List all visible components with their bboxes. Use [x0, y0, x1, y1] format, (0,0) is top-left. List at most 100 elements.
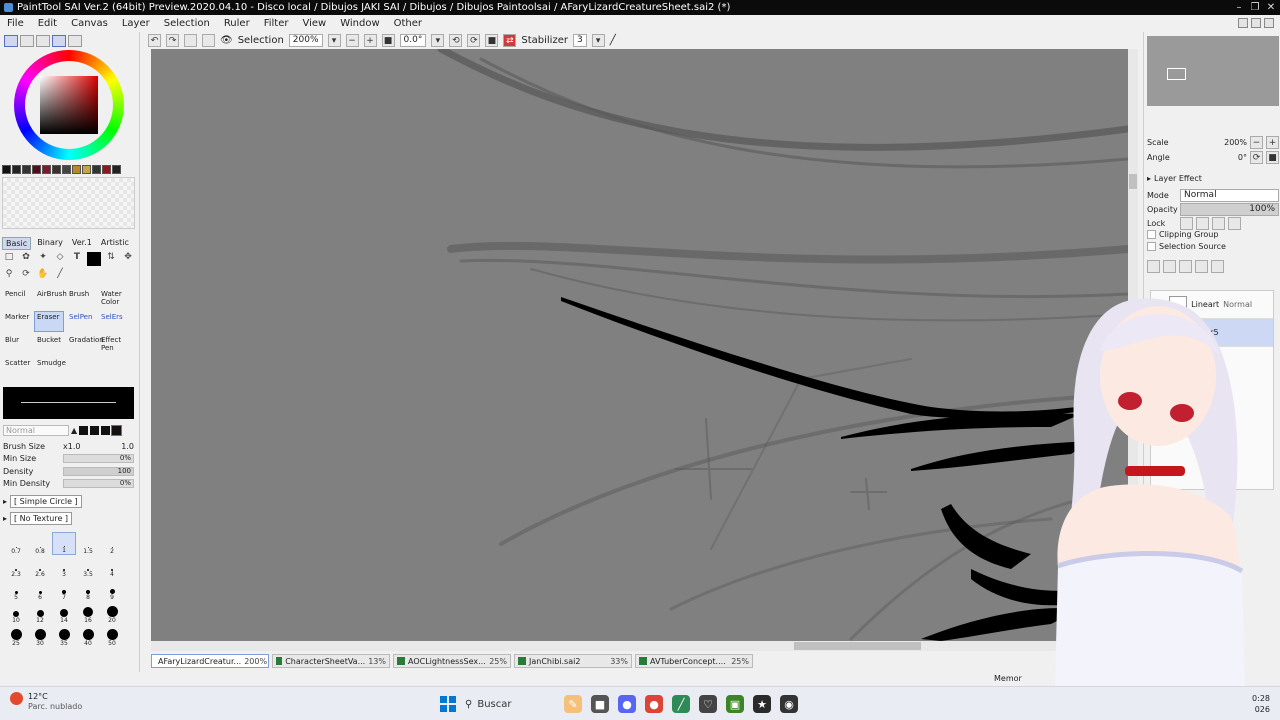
horizontal-scroll-thumb[interactable] — [794, 642, 921, 650]
swatch[interactable] — [112, 165, 121, 174]
menu-layer[interactable]: Layer — [115, 18, 157, 29]
invert-selection-icon[interactable] — [202, 34, 215, 47]
nav-zoom-out-icon[interactable]: − — [1250, 136, 1263, 149]
text-icon[interactable]: T — [70, 252, 84, 265]
selection-source-row[interactable]: Selection Source — [1147, 242, 1279, 251]
document-tab[interactable]: AFaryLizardCreatur... 200% — [151, 654, 269, 668]
minecraft-icon[interactable]: ▣ — [726, 695, 744, 713]
eyedropper-icon[interactable]: ╱ — [53, 269, 67, 282]
swatch[interactable] — [22, 165, 31, 174]
rotate-icon[interactable]: ⟳ — [19, 269, 33, 282]
game-app-icon[interactable]: ★ — [753, 695, 771, 713]
delete-layer-icon[interactable] — [1211, 260, 1224, 273]
file-explorer-icon[interactable]: ■ — [591, 695, 609, 713]
menu-ruler[interactable]: Ruler — [217, 18, 257, 29]
menu-selection[interactable]: Selection — [157, 18, 217, 29]
rect-select-icon[interactable]: □ — [2, 252, 16, 265]
rgb-slider-mode-icon[interactable] — [20, 35, 34, 47]
discord-icon[interactable]: ● — [618, 695, 636, 713]
pencil-app-icon[interactable]: ✎ — [564, 695, 582, 713]
rotate-right-icon[interactable]: ⟳ — [467, 34, 481, 47]
rotation-dropdown-icon[interactable]: ▾ — [431, 34, 445, 47]
brush-blur[interactable]: Blur — [2, 334, 32, 355]
angle-value[interactable]: 0° — [1238, 153, 1247, 162]
weather-widget[interactable]: 12°C Parc. nublado — [10, 692, 82, 712]
expand-arrow-icon[interactable]: ▸ — [3, 497, 7, 506]
blend-mode-select[interactable]: Normal — [3, 425, 69, 436]
rotate-reset-icon[interactable]: ■ — [485, 34, 499, 47]
swatch-mode-icon[interactable] — [52, 35, 66, 47]
brush-size-mult[interactable]: x1.0 — [63, 442, 95, 451]
brush-marker[interactable]: Marker — [2, 311, 32, 332]
brush-size-preset[interactable]: 9 — [100, 578, 124, 601]
scratchpad[interactable] — [2, 177, 135, 229]
brush-size-preset[interactable]: 40 — [76, 624, 100, 647]
close-icon[interactable]: ✕ — [1264, 2, 1278, 14]
texture-select[interactable]: [ No Texture ] — [10, 512, 73, 525]
mode-select[interactable]: Normal — [1180, 189, 1279, 202]
brush-smudge[interactable]: Smudge — [34, 357, 66, 378]
brush-size-preset[interactable]: 4 — [100, 555, 124, 578]
document-tab[interactable]: JanChibi.sai2 33% — [514, 654, 632, 668]
tab-artistic[interactable]: Artistic — [98, 237, 132, 250]
hsv-slider-mode-icon[interactable] — [36, 35, 50, 47]
brush-size-preset[interactable]: 12 — [28, 601, 52, 624]
brush-shape-select[interactable]: [ Simple Circle ] — [10, 495, 82, 508]
shape-hard-icon[interactable] — [101, 426, 111, 435]
shape-triangle-icon[interactable]: ▲ — [71, 426, 77, 435]
swap-colors-icon[interactable]: ⇅ — [104, 252, 118, 265]
system-clock[interactable]: 0:28 026 — [1240, 693, 1270, 715]
shape-soft-icon[interactable] — [79, 426, 89, 435]
brush-size-preset[interactable]: 16 — [76, 601, 100, 624]
navigator-viewport-frame[interactable] — [1167, 68, 1186, 80]
lock-transparency-icon[interactable] — [1180, 217, 1193, 230]
nav-rotate-reset-icon[interactable]: ■ — [1266, 151, 1279, 164]
chrome-icon[interactable]: ● — [645, 695, 663, 713]
headset-icon[interactable]: ♡ — [699, 695, 717, 713]
tab-ver1[interactable]: Ver.1 — [69, 237, 95, 250]
document-tab[interactable]: AVTuberConcept.... 25% — [635, 654, 753, 668]
brush-watercolor[interactable]: Water Color — [98, 288, 128, 309]
density-slider[interactable]: 100 — [63, 466, 134, 476]
zoom-icon[interactable]: ⚲ — [2, 269, 16, 282]
rotation-field[interactable]: 0.0° — [399, 34, 427, 47]
brush-size-preset[interactable]: 3 — [52, 555, 76, 578]
brush-size-preset[interactable]: 5 — [4, 578, 28, 601]
swatch[interactable] — [2, 165, 11, 174]
brush-size-value[interactable]: 1.0 — [121, 442, 134, 451]
selection-source-checkbox[interactable] — [1147, 242, 1156, 251]
swatch[interactable] — [42, 165, 51, 174]
undo-icon[interactable]: ↶ — [148, 34, 161, 47]
horizontal-scrollbar[interactable] — [151, 641, 1128, 651]
obs-icon[interactable]: ◉ — [780, 695, 798, 713]
lock-move-icon[interactable] — [1212, 217, 1225, 230]
brush-size-preset[interactable]: 7 — [52, 578, 76, 601]
magic-wand-icon[interactable]: ✦ — [36, 252, 50, 265]
swatch[interactable] — [102, 165, 111, 174]
clipping-group-row[interactable]: Clipping Group — [1147, 230, 1279, 239]
brush-size-preset[interactable]: 3.5 — [76, 555, 100, 578]
brush-size-preset[interactable]: 20 — [100, 601, 124, 624]
zoom-out-icon[interactable]: − — [345, 34, 359, 47]
brush-size-preset[interactable]: 0.7 — [4, 532, 28, 555]
brush-airbrush[interactable]: AirBrush — [34, 288, 67, 309]
navigator-preview[interactable] — [1147, 36, 1279, 106]
vertical-scroll-thumb[interactable] — [1129, 174, 1137, 189]
document-tab[interactable]: AOCLightnessSex... 25% — [393, 654, 511, 668]
tab-binary[interactable]: Binary — [34, 237, 66, 250]
menu-canvas[interactable]: Canvas — [64, 18, 115, 29]
redo-icon[interactable]: ↷ — [166, 34, 179, 47]
maximize-icon[interactable]: ❐ — [1248, 2, 1262, 14]
brush-size-preset[interactable]: 1.5 — [76, 532, 100, 555]
selection-visible-icon[interactable]: 👁 — [220, 35, 233, 46]
flip-icon[interactable]: ⇄ — [503, 34, 517, 47]
brush-size-preset[interactable]: 2.6 — [28, 555, 52, 578]
new-linework-layer-icon[interactable] — [1163, 260, 1176, 273]
zoom-reset-icon[interactable]: ■ — [381, 34, 395, 47]
doc-close-icon[interactable] — [1264, 18, 1274, 28]
brush-size-preset[interactable]: 50 — [100, 624, 124, 647]
zoom-field[interactable]: 200% — [288, 34, 323, 47]
brush-eraser[interactable]: Eraser — [34, 311, 64, 332]
swatch[interactable] — [92, 165, 101, 174]
lasso-icon[interactable]: ✿ — [19, 252, 33, 265]
